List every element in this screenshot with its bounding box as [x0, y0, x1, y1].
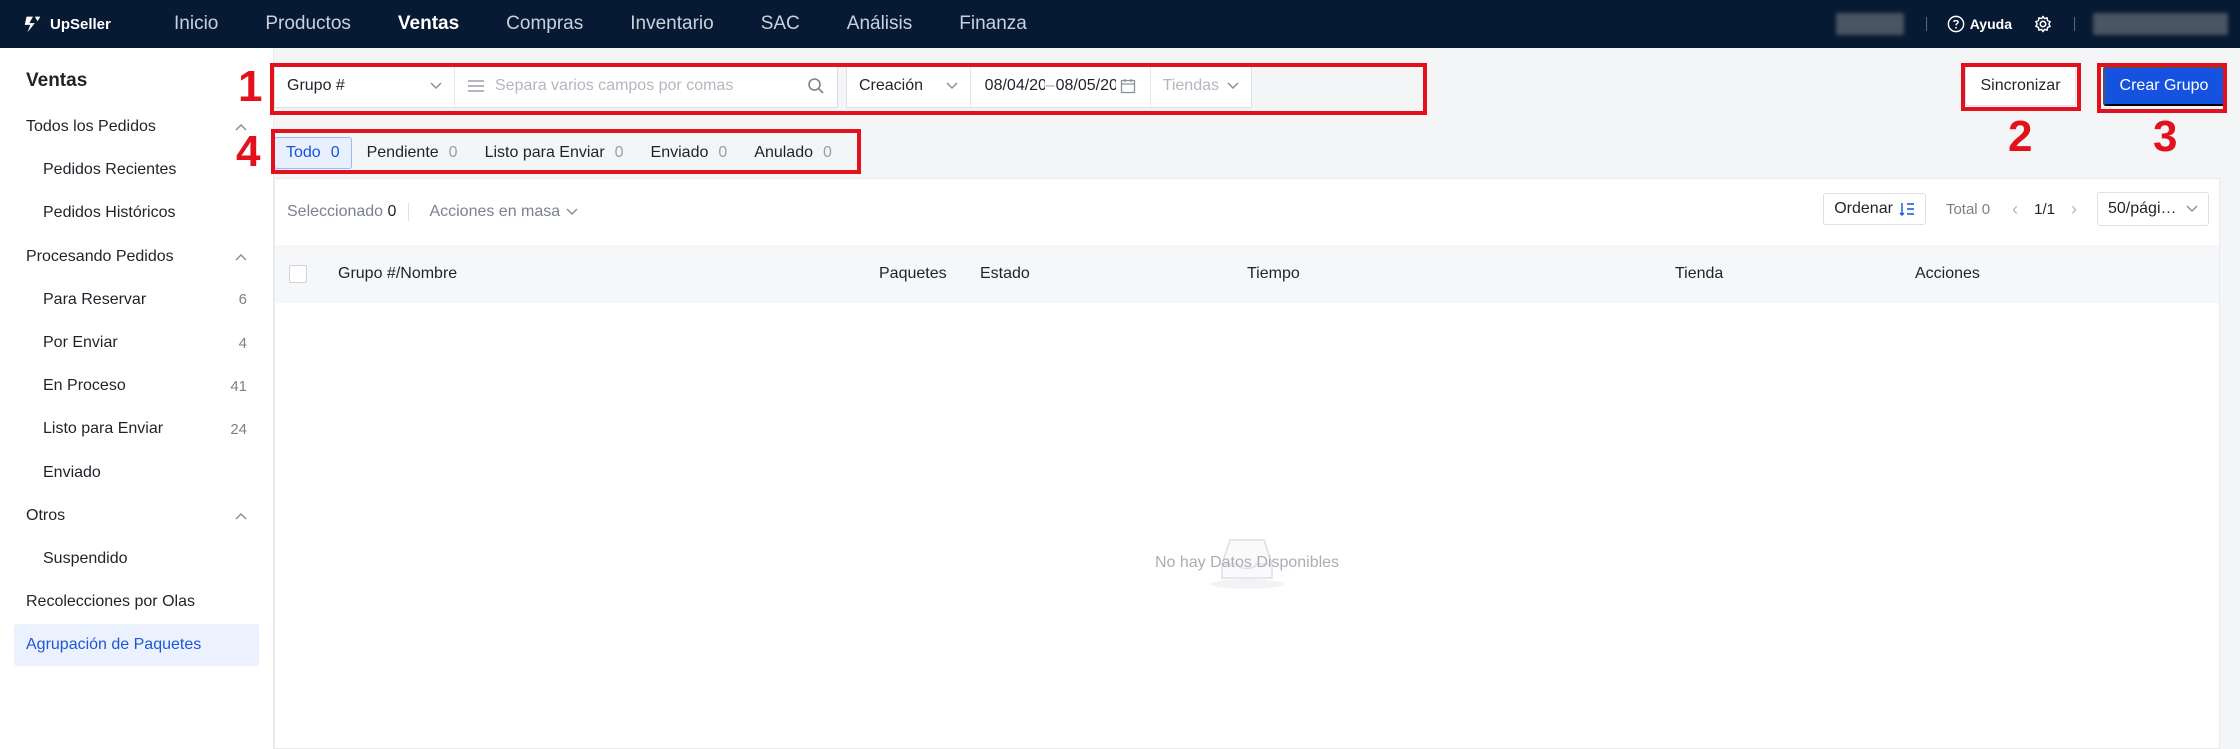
help-label: Ayuda	[1969, 16, 2012, 32]
col-time: Tiempo	[1247, 265, 1300, 282]
order-button[interactable]: Ordenar	[1823, 193, 1926, 225]
sidebar-item-8[interactable]: Enviado	[14, 452, 259, 494]
total-count: Total 0	[1945, 200, 1991, 218]
select-all-checkbox[interactable]	[289, 265, 307, 283]
divider	[408, 203, 410, 221]
nav-item-5[interactable]: SAC	[761, 13, 800, 35]
sidebar-item-6[interactable]: En Proceso 41	[14, 365, 259, 407]
table-toolbar: Seleccionado 0 Acciones en masa Ordenar …	[275, 179, 2219, 245]
annotation-number-1: 1	[238, 62, 263, 111]
annotation-box-1	[270, 63, 1427, 115]
annotation-box-4	[271, 129, 861, 174]
order-label: Ordenar	[1834, 200, 1893, 217]
sidebar-item-label: Listo para Enviar	[43, 420, 164, 438]
per-page-value: 50/pági…	[2108, 200, 2177, 217]
sidebar-item-3[interactable]: Procesando Pedidos	[14, 236, 259, 278]
selected-label: Seleccionado	[287, 203, 384, 220]
help-icon	[1947, 15, 1965, 33]
brand-logo[interactable]: UpSeller	[22, 13, 174, 35]
selected-number: 0	[387, 203, 397, 220]
col-store: Tienda	[1675, 265, 1724, 282]
sidebar-item-label: En Proceso	[43, 377, 126, 395]
sidebar-item-10[interactable]: Suspendido	[14, 538, 259, 580]
divider	[2074, 17, 2075, 31]
annotation-number-3: 3	[2153, 112, 2178, 161]
sidebar-item-4[interactable]: Para Reservar 6	[14, 279, 259, 321]
nav-item-7[interactable]: Finanza	[959, 13, 1027, 35]
sidebar-item-count: 41	[230, 377, 247, 395]
nav-item-6[interactable]: Análisis	[847, 13, 912, 35]
sidebar-item-1[interactable]: Pedidos Recientes	[14, 149, 259, 191]
sidebar: Ventas Todos los Pedidos Pedidos Reciente…	[0, 48, 274, 749]
table-header: Grupo #/Nombre Paquetes Estado Tiempo Ti…	[275, 245, 2219, 303]
account-blurred[interactable]	[2093, 13, 2228, 35]
chevron-up-icon[interactable]	[235, 253, 259, 261]
sidebar-item-label: Suspendido	[43, 550, 128, 567]
groups-panel: Seleccionado 0 Acciones en masa Ordenar …	[274, 178, 2220, 749]
nav-item-0[interactable]: Inicio	[174, 13, 218, 35]
page-indicator: 1/1	[2034, 200, 2055, 218]
sidebar-item-label: Para Reservar	[43, 290, 147, 308]
sidebar-item-label: Por Enviar	[43, 334, 118, 351]
annotation-number-4: 4	[236, 127, 261, 176]
selected-count: Seleccionado 0	[287, 203, 396, 221]
per-page-select[interactable]: 50/pági…	[2097, 192, 2209, 226]
col-packages: Paquetes	[879, 265, 947, 282]
sidebar-item-label: Agrupación de Paquetes	[26, 636, 202, 654]
sidebar-item-label: Todos los Pedidos	[26, 118, 156, 135]
upseller-logo-icon	[24, 16, 41, 33]
sidebar-item-label: Enviado	[43, 463, 101, 481]
chevron-up-icon[interactable]	[235, 512, 259, 520]
prev-page-icon[interactable]: ‹	[2012, 199, 2018, 220]
annotation-box-2	[1961, 63, 2081, 111]
bulk-actions-label: Acciones en masa	[429, 203, 561, 220]
sidebar-title: Ventas	[26, 70, 88, 91]
sidebar-item-0[interactable]: Todos los Pedidos	[14, 106, 259, 148]
col-actions: Acciones	[1915, 265, 1980, 282]
sort-icon	[1899, 203, 1914, 216]
sidebar-item-label: Pedidos Históricos	[43, 204, 176, 222]
sidebar-item-count: 6	[238, 291, 247, 309]
empty-state-text: No hay Datos Disponibles	[1154, 554, 1340, 571]
nav-item-3[interactable]: Compras	[506, 13, 583, 35]
annotation-box-3	[2097, 63, 2227, 113]
settings-gear-icon[interactable]	[2034, 15, 2052, 33]
help-link[interactable]: Ayuda	[1947, 15, 2012, 33]
brand-name: UpSeller	[50, 15, 111, 33]
top-navbar: UpSeller Inicio Productos Ventas Compras Inv…	[0, 0, 2240, 48]
sidebar-item-label: Procesando Pedidos	[26, 247, 174, 265]
sidebar-item-label: Otros	[26, 506, 66, 524]
sidebar-item-11[interactable]: Recolecciones por Olas	[14, 581, 259, 623]
col-group-name: Grupo #/Nombre	[338, 265, 458, 282]
sidebar-item-count: 24	[230, 420, 247, 438]
divider	[1925, 17, 1927, 31]
sidebar-item-count: 4	[238, 334, 247, 352]
col-status: Estado	[980, 265, 1030, 282]
sidebar-item-label: Pedidos Recientes	[43, 161, 177, 179]
user-info-blurred	[1835, 13, 1904, 35]
sidebar-item-9[interactable]: Otros	[14, 495, 259, 537]
chevron-down-icon	[566, 208, 578, 216]
sidebar-item-7[interactable]: Listo para Enviar 24	[14, 408, 259, 450]
chevron-down-icon	[2186, 205, 2198, 213]
bulk-actions-dropdown[interactable]: Acciones en masa	[429, 203, 578, 221]
nav-item-2[interactable]: Ventas	[398, 13, 459, 35]
next-page-icon[interactable]: ›	[2071, 199, 2077, 220]
nav-item-1[interactable]: Productos	[265, 13, 351, 35]
nav-item-4[interactable]: Inventario	[630, 13, 713, 35]
sidebar-item-5[interactable]: Por Enviar 4	[14, 322, 259, 364]
annotation-number-2: 2	[2008, 112, 2033, 161]
sidebar-item-label: Recolecciones por Olas	[26, 593, 195, 611]
sidebar-item-2[interactable]: Pedidos Históricos	[14, 192, 259, 234]
sidebar-item-12[interactable]: Agrupación de Paquetes	[14, 624, 259, 667]
